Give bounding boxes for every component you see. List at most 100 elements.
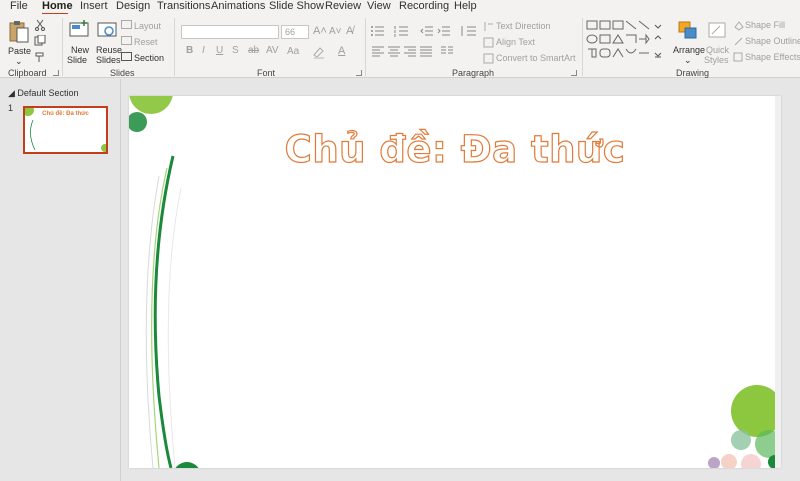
align-right-icon[interactable]	[403, 45, 417, 57]
text-direction-icon	[484, 22, 493, 31]
reuse-slides-icon	[97, 22, 117, 37]
copy-icon[interactable]	[34, 35, 50, 47]
shape-effects-icon	[733, 52, 743, 62]
paste-icon	[9, 21, 29, 43]
bold-icon[interactable]: B	[186, 46, 193, 56]
shape-fill-icon	[734, 21, 744, 31]
chevron-down-icon: ⌄	[15, 56, 23, 66]
slide-thumbnail-pane: ◢ Default Section 1 Chủ đề: Đa thức	[0, 79, 120, 481]
tab-slide-show[interactable]: Slide Show	[269, 0, 324, 14]
text-shadow-icon[interactable]: S	[232, 46, 239, 56]
slide-canvas[interactable]: Chủ đề: Đa thức	[129, 96, 781, 468]
clear-formatting-icon[interactable]: A̸	[346, 26, 353, 37]
group-label-clipboard: Clipboard	[8, 68, 47, 78]
font-name-dropdown[interactable]	[181, 25, 279, 39]
arrange-icon	[678, 21, 697, 39]
group-separator	[174, 18, 175, 76]
align-text-icon	[483, 37, 494, 48]
new-slide-button[interactable]: New Slide	[66, 18, 92, 66]
increase-indent-icon[interactable]	[437, 25, 451, 37]
smartart-icon	[483, 53, 494, 64]
tab-design[interactable]: Design	[116, 0, 150, 14]
quick-styles-button[interactable]: Quick Styles	[704, 18, 730, 66]
reuse-slides-label-2: Slides	[96, 55, 121, 65]
slide-thumbnail[interactable]: Chủ đề: Đa thức	[23, 106, 108, 154]
reuse-slides-label-1: Reuse	[96, 45, 123, 55]
underline-icon[interactable]: U	[216, 46, 223, 56]
slide-title[interactable]: Chủ đề: Đa thức	[129, 127, 781, 171]
columns-icon[interactable]	[440, 45, 454, 57]
group-label-drawing: Drawing	[676, 68, 710, 78]
ribbon-tab-bar: File Home Insert Design Transitions Anim…	[0, 0, 800, 15]
tab-transitions[interactable]: Transitions	[157, 0, 210, 14]
slide-editor: Chủ đề: Đa thức	[120, 79, 800, 481]
tab-view[interactable]: View	[367, 0, 391, 14]
thumbnail-title: Chủ đề: Đa thức	[42, 111, 89, 117]
layout-icon	[121, 20, 132, 29]
highlight-color-icon[interactable]	[312, 45, 332, 59]
arrange-button[interactable]: Arrange ⌄	[672, 18, 706, 66]
character-spacing-icon[interactable]: AV	[266, 46, 279, 56]
font-dialog-launcher[interactable]	[356, 70, 362, 76]
line-spacing-icon[interactable]	[460, 25, 478, 37]
shapes-gallery[interactable]	[586, 19, 666, 65]
slide-number: 1	[8, 103, 14, 113]
tab-insert[interactable]: Insert	[80, 0, 108, 14]
tab-help[interactable]: Help	[454, 0, 477, 14]
italic-icon[interactable]: I	[202, 46, 205, 56]
increase-font-size-icon[interactable]: A˄	[313, 26, 327, 37]
quick-styles-label-2: Styles	[704, 55, 729, 65]
group-label-slides: Slides	[110, 68, 135, 78]
font-size-dropdown[interactable]: 66	[281, 25, 309, 39]
justify-icon[interactable]	[419, 45, 433, 57]
section-icon	[121, 52, 132, 61]
vertical-scrollbar[interactable]	[775, 96, 781, 468]
new-slide-icon	[69, 20, 89, 37]
paste-button[interactable]: Paste ⌄	[6, 18, 32, 66]
align-left-icon[interactable]	[371, 45, 385, 57]
align-center-icon[interactable]	[387, 45, 401, 57]
group-separator	[62, 18, 63, 76]
new-slide-label-2: Slide	[67, 55, 88, 65]
convert-smartart-button[interactable]: Convert to SmartArt	[496, 53, 576, 63]
cut-icon[interactable]	[34, 19, 46, 31]
paste-label: Paste	[8, 46, 32, 56]
arrange-label: Arrange	[673, 45, 706, 55]
clipboard-dialog-launcher[interactable]	[53, 70, 59, 76]
shape-outline-icon	[734, 37, 743, 46]
numbering-icon[interactable]	[394, 25, 412, 37]
shape-fill-button[interactable]: Shape Fill	[745, 20, 785, 30]
group-label-font: Font	[257, 68, 276, 78]
reset-icon	[121, 36, 132, 45]
strikethrough-icon[interactable]: ab	[248, 46, 259, 56]
decrease-font-size-icon[interactable]: A˅	[329, 27, 342, 37]
section-button[interactable]: Section	[134, 53, 164, 63]
group-separator	[365, 18, 366, 76]
layout-button[interactable]: Layout	[134, 21, 161, 31]
shape-outline-button[interactable]: Shape Outline	[745, 36, 800, 46]
tab-home[interactable]: Home	[42, 0, 73, 14]
quick-styles-icon	[708, 22, 726, 38]
align-text-button[interactable]: Align Text	[496, 37, 535, 47]
tab-file[interactable]: File	[10, 0, 28, 14]
paragraph-dialog-launcher[interactable]	[571, 70, 577, 76]
ribbon: Paste ⌄ Clipboard New Slide Reuse Slides…	[0, 14, 800, 78]
reuse-slides-button[interactable]: Reuse Slides	[94, 18, 123, 66]
group-label-paragraph: Paragraph	[452, 68, 495, 78]
change-case-icon[interactable]: Aa	[287, 47, 299, 57]
font-color-icon[interactable]: A	[338, 46, 345, 57]
text-direction-button[interactable]: Text Direction	[496, 21, 551, 31]
section-header[interactable]: ◢ Default Section	[8, 88, 78, 99]
format-painter-icon[interactable]	[34, 51, 46, 63]
decrease-indent-icon[interactable]	[420, 25, 434, 37]
tab-review[interactable]: Review	[325, 0, 361, 14]
group-separator	[582, 18, 583, 76]
bullets-icon[interactable]	[370, 25, 388, 37]
tab-animations[interactable]: Animations	[211, 0, 265, 14]
reset-button[interactable]: Reset	[134, 37, 158, 47]
tab-recording[interactable]: Recording	[399, 0, 449, 14]
section-name: Default Section	[17, 88, 79, 98]
shape-effects-button[interactable]: Shape Effects	[745, 52, 800, 62]
quick-styles-label-1: Quick	[706, 45, 730, 55]
new-slide-label-1: New	[71, 45, 90, 55]
